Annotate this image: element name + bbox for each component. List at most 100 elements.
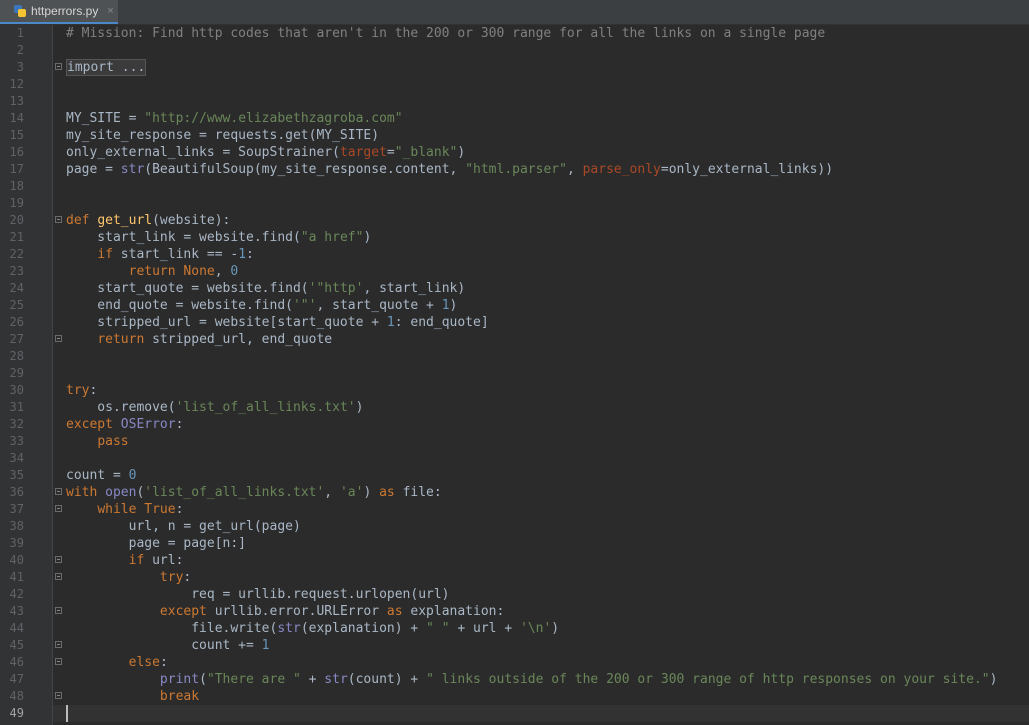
line-number: 38 xyxy=(9,519,24,533)
fold-marker-icon[interactable] xyxy=(55,63,62,70)
code-line[interactable]: 15 my_site_response = requests.get(MY_SIT… xyxy=(0,127,1029,144)
fold-marker-icon[interactable] xyxy=(55,692,62,699)
code-line[interactable]: 39 page = page[n:] xyxy=(0,535,1029,552)
code-line[interactable]: 30 try: xyxy=(0,382,1029,399)
code-line[interactable]: 28 xyxy=(0,348,1029,365)
text-caret xyxy=(66,705,68,722)
code-token: start_link = website.find( xyxy=(66,230,301,245)
code-line[interactable]: 1 # Mission: Find http codes that aren't … xyxy=(0,25,1029,42)
code-line[interactable]: 26 stripped_url = website[start_quote + … xyxy=(0,314,1029,331)
code-line[interactable]: 24 start_quote = website.find('"http', s… xyxy=(0,280,1029,297)
code-line[interactable]: 35 count = 0 xyxy=(0,467,1029,484)
line-code: file.write(str(explanation) + " " + url … xyxy=(66,620,559,637)
code-editor[interactable]: 1 # Mission: Find http codes that aren't … xyxy=(0,25,1029,725)
code-line[interactable]: 34 xyxy=(0,450,1029,467)
code-token: url, n = get_url(page) xyxy=(66,519,301,534)
editor-tab-bar: httperrors.py × xyxy=(0,0,1029,25)
code-token: str xyxy=(324,672,348,687)
code-line[interactable]: 31 os.remove('list_of_all_links.txt') xyxy=(0,399,1029,416)
fold-marker-icon[interactable] xyxy=(55,488,62,495)
code-line[interactable]: 16 only_external_links = SoupStrainer(tar… xyxy=(0,144,1029,161)
code-token: stripped_url = website[start_quote + xyxy=(66,315,387,330)
line-code: try: xyxy=(66,569,191,586)
code-token: = xyxy=(386,145,395,160)
fold-marker-icon[interactable] xyxy=(55,505,62,512)
code-token: + xyxy=(300,672,325,687)
line-number: 3 xyxy=(16,60,24,74)
fold-marker-icon[interactable] xyxy=(55,641,62,648)
line-number: 29 xyxy=(9,366,24,380)
code-line[interactable]: 42 req = urllib.request.urlopen(url) xyxy=(0,586,1029,603)
python-file-icon xyxy=(14,5,26,17)
code-line[interactable]: 13 xyxy=(0,93,1029,110)
code-token: '"' xyxy=(292,298,317,313)
code-line[interactable]: 23 return None, 0 xyxy=(0,263,1029,280)
fold-marker-icon[interactable] xyxy=(55,573,62,580)
code-line[interactable]: 18 xyxy=(0,178,1029,195)
code-token: MY_SITE = xyxy=(66,111,145,126)
code-line[interactable]: 27 return stripped_url, end_quote xyxy=(0,331,1029,348)
code-line[interactable]: 47 print("There are " + str(count) + " l… xyxy=(0,671,1029,688)
code-token: count += xyxy=(66,638,262,653)
code-line[interactable]: 37 while True: xyxy=(0,501,1029,518)
code-token: '\n' xyxy=(519,621,552,636)
code-line[interactable]: 49 xyxy=(0,705,1029,722)
code-line[interactable]: 25 end_quote = website.find('"', start_q… xyxy=(0,297,1029,314)
code-line[interactable]: 19 xyxy=(0,195,1029,212)
line-code: count = 0 xyxy=(66,467,136,484)
fold-marker-icon[interactable] xyxy=(55,658,62,665)
code-line[interactable]: 29 xyxy=(0,365,1029,382)
code-line[interactable]: 44 file.write(str(explanation) + " " + u… xyxy=(0,620,1029,637)
line-code: print("There are " + str(count) + " link… xyxy=(66,671,998,688)
code-line[interactable]: 40 if url: xyxy=(0,552,1029,569)
code-line[interactable]: 17 page = str(BeautifulSoup(my_site_respo… xyxy=(0,161,1029,178)
code-token: url: xyxy=(152,553,184,568)
code-line[interactable]: 33 pass xyxy=(0,433,1029,450)
fold-marker-icon[interactable] xyxy=(55,335,62,342)
code-token: : xyxy=(175,502,184,517)
line-code: page = page[n:] xyxy=(66,535,246,552)
code-line[interactable]: 36 with open('list_of_all_links.txt', 'a'… xyxy=(0,484,1029,501)
line-number: 46 xyxy=(9,655,24,669)
fold-marker-icon[interactable] xyxy=(55,216,62,223)
line-number: 48 xyxy=(9,689,24,703)
code-token: " links outside of the 200 or 300 range … xyxy=(426,672,990,687)
code-line[interactable]: 21 start_link = website.find("a href") xyxy=(0,229,1029,246)
code-token: if xyxy=(128,553,153,568)
code-line[interactable]: 3 import ... xyxy=(0,59,1029,76)
fold-marker-icon[interactable] xyxy=(55,607,62,614)
line-number: 32 xyxy=(9,417,24,431)
line-number: 25 xyxy=(9,298,24,312)
code-line[interactable]: 22 if start_link == -1: xyxy=(0,246,1029,263)
code-line[interactable]: 2 xyxy=(0,42,1029,59)
line-number: 41 xyxy=(9,570,24,584)
code-line[interactable]: 41 try: xyxy=(0,569,1029,586)
code-line[interactable]: 32 except OSError: xyxy=(0,416,1029,433)
line-number: 2 xyxy=(16,43,24,57)
code-line[interactable]: 38 url, n = get_url(page) xyxy=(0,518,1029,535)
file-tab-httperrors[interactable]: httperrors.py × xyxy=(0,0,118,24)
line-number: 15 xyxy=(9,128,24,142)
code-line[interactable]: 20 def get_url(website): xyxy=(0,212,1029,229)
line-number: 16 xyxy=(9,145,24,159)
fold-marker-icon[interactable] xyxy=(55,556,62,563)
line-number: 24 xyxy=(9,281,24,295)
code-line[interactable]: 45 count += 1 xyxy=(0,637,1029,654)
line-code: except OSError: xyxy=(66,416,183,433)
code-token: " " xyxy=(426,621,450,636)
code-line[interactable]: 43 except urllib.error.URLError as expla… xyxy=(0,603,1029,620)
code-line[interactable]: 14 MY_SITE = "http://www.elizabethzagroba… xyxy=(0,110,1029,127)
code-token: 0 xyxy=(128,468,137,483)
code-line[interactable]: 12 xyxy=(0,76,1029,93)
code-token: : xyxy=(159,655,168,670)
close-icon[interactable]: × xyxy=(107,5,113,17)
code-token: break xyxy=(159,689,200,704)
code-line[interactable]: 46 else: xyxy=(0,654,1029,671)
code-line[interactable]: 48 break xyxy=(0,688,1029,705)
code-token: 1 xyxy=(386,315,395,330)
line-number: 43 xyxy=(9,604,24,618)
line-number: 47 xyxy=(9,672,24,686)
